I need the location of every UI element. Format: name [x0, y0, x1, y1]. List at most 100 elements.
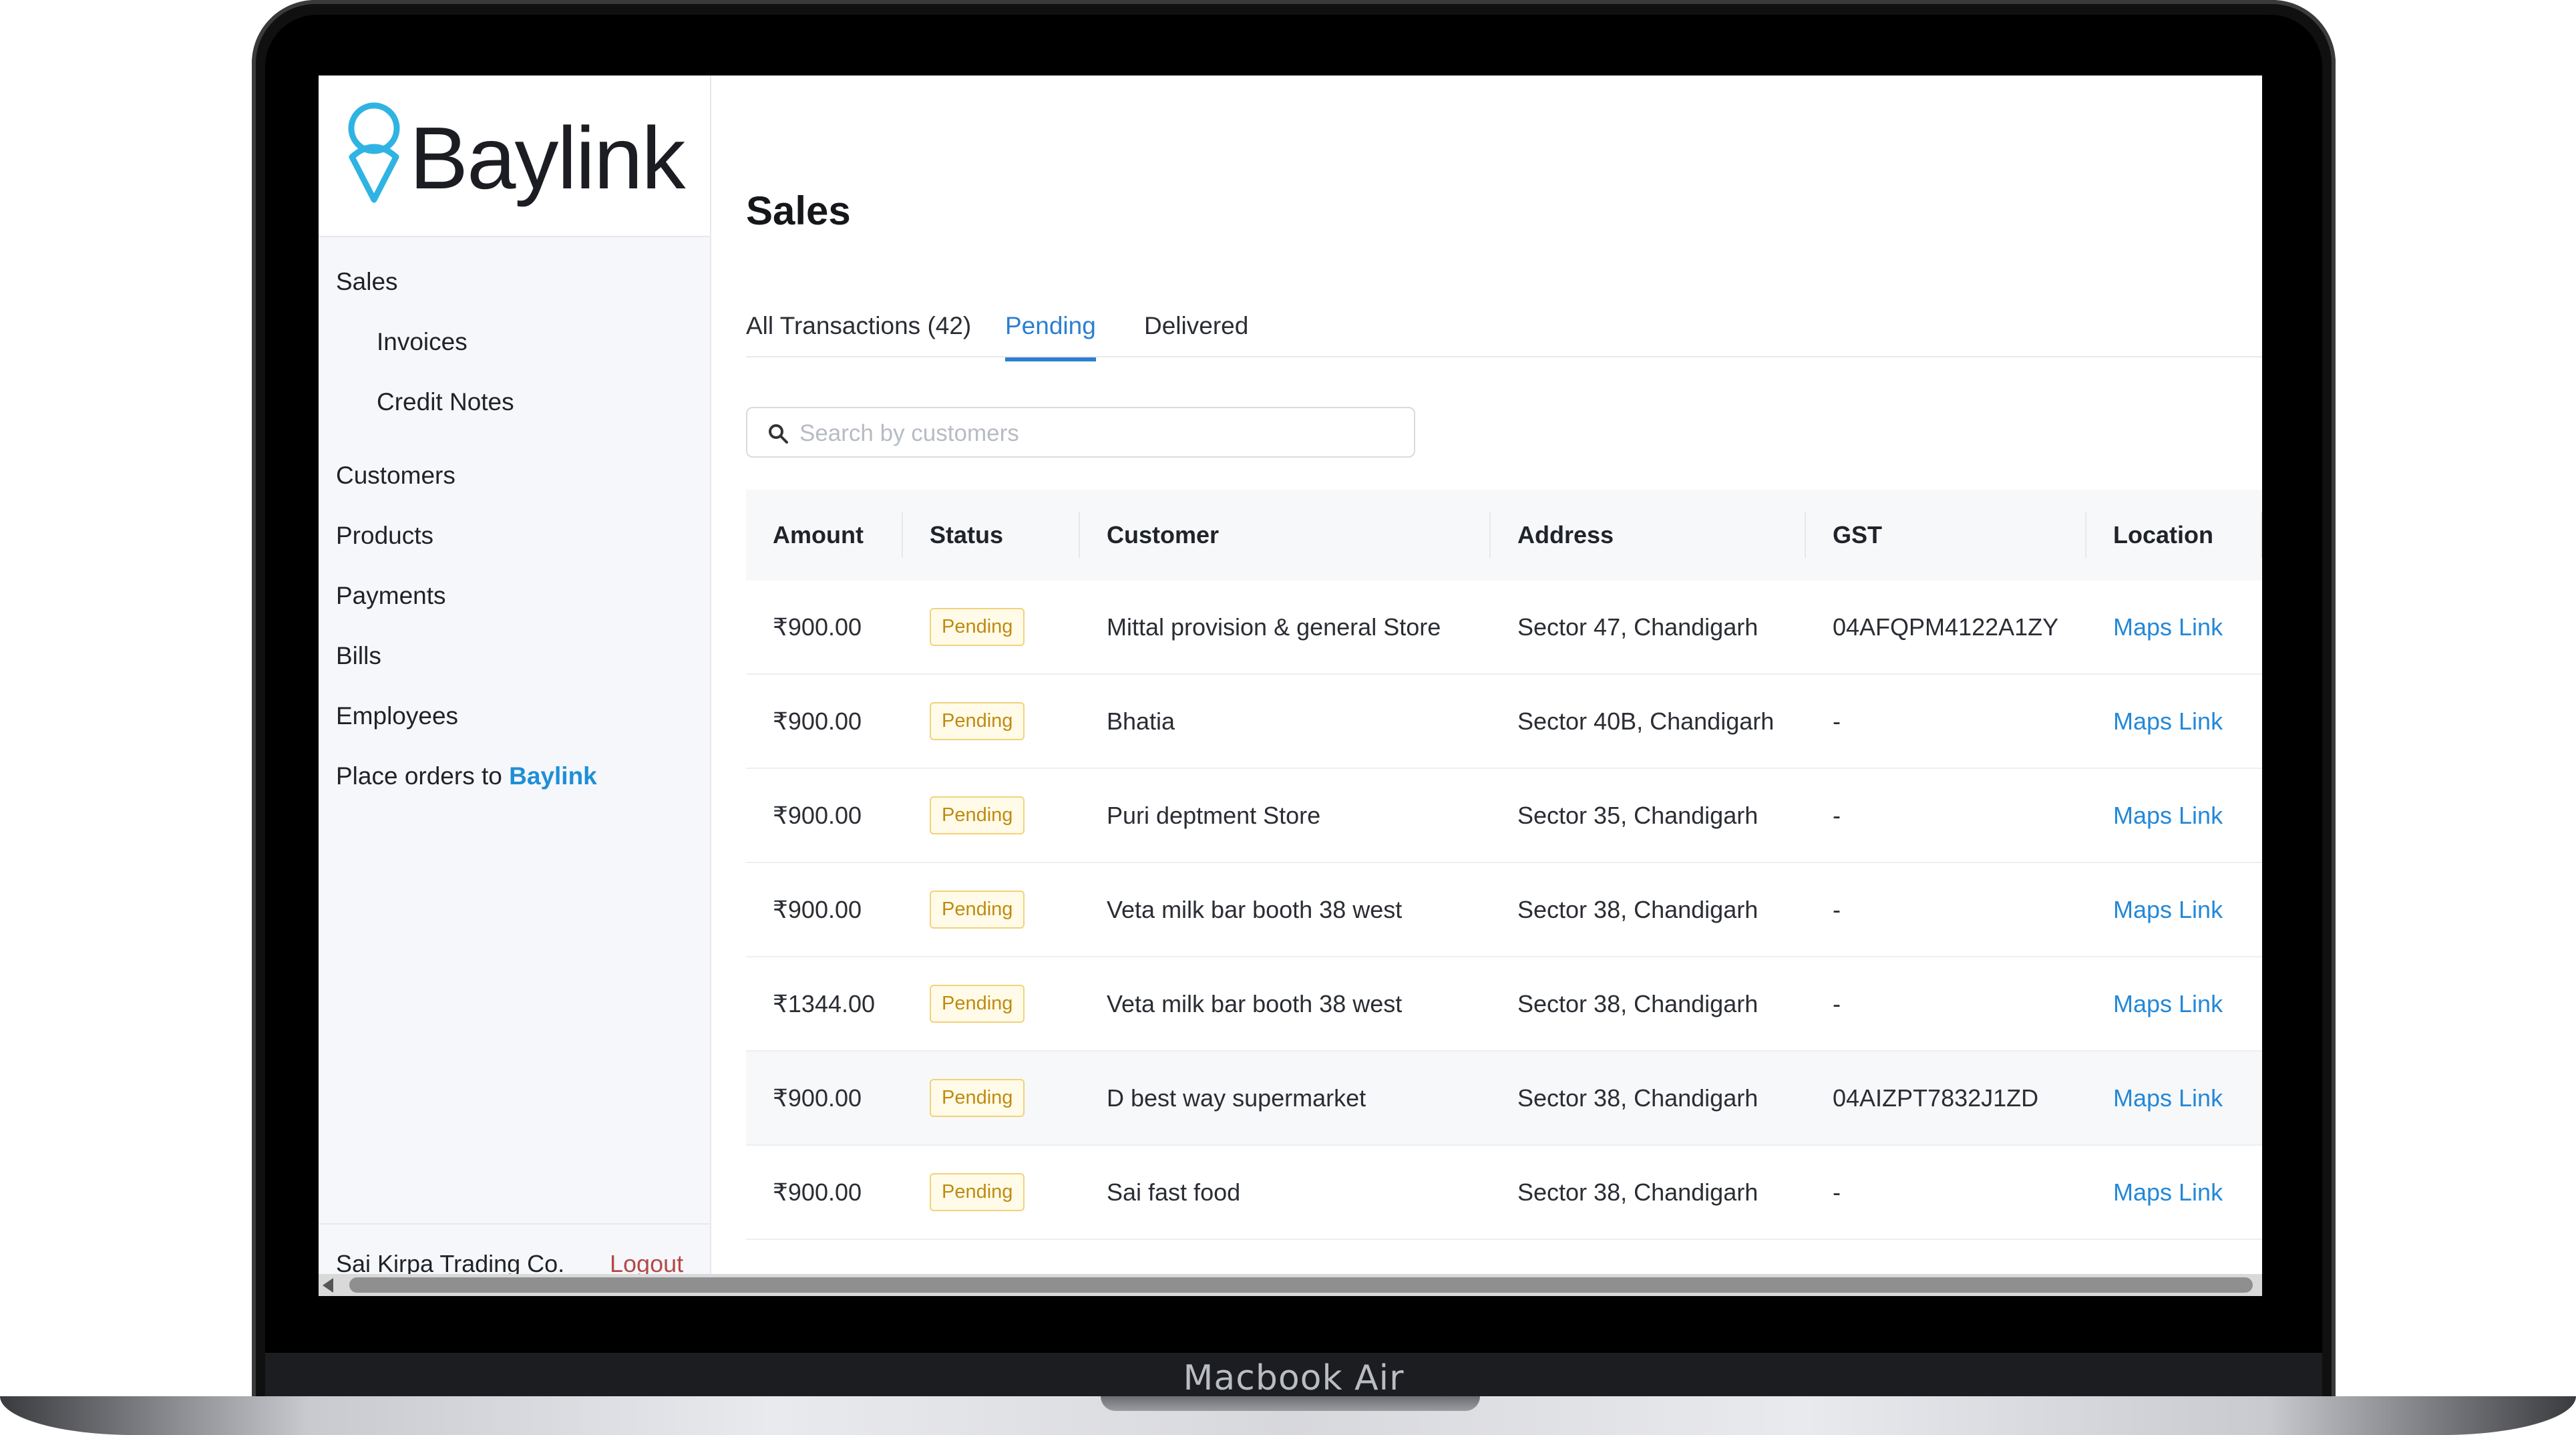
search-box	[746, 407, 1415, 458]
app-screen: Baylink Sales Invoices Credit Notes Cust…	[319, 75, 2262, 1296]
location-pin-icon	[348, 102, 400, 203]
cell-location: Maps Link	[2086, 768, 2262, 863]
column-header-gst[interactable]: GST	[1806, 490, 2086, 581]
brand-logo-text: Baylink	[409, 109, 686, 207]
cell-amount: ₹900.00	[746, 768, 903, 863]
status-badge: Pending	[930, 608, 1025, 646]
sidebar-item-products[interactable]: Products	[336, 522, 433, 550]
cell-status: Pending	[903, 674, 1080, 769]
maps-link[interactable]: Maps Link	[2113, 613, 2223, 641]
column-header-location[interactable]: Location	[2086, 490, 2262, 581]
laptop-hinge-notch	[1101, 1396, 1480, 1411]
cell-address: Sector 35, Chandigarh	[1491, 768, 1806, 863]
sidebar-item-place-orders[interactable]: Place orders to Baylink	[336, 762, 597, 790]
table-row[interactable]: ₹900.00 Pending Puri deptment Store Sect…	[746, 768, 2262, 863]
sidebar-item-sales[interactable]: Sales	[336, 268, 398, 296]
tab-all-transactions[interactable]: All Transactions (42)	[746, 312, 971, 357]
cell-gst: -	[1806, 957, 2086, 1052]
cell-amount: ₹1344.00	[746, 957, 903, 1052]
cell-address: Sector 38, Chandigarh	[1491, 957, 1806, 1052]
main-content: Sales All Transactions (42) Pending Deli…	[711, 75, 2262, 1296]
cell-customer: D best way supermarket	[1080, 1051, 1491, 1146]
sidebar-item-employees[interactable]: Employees	[336, 702, 458, 730]
cell-location: Maps Link	[2086, 581, 2262, 675]
cell-address: Sector 40B, Chandigarh	[1491, 674, 1806, 769]
logo-area: Baylink	[319, 75, 710, 237]
status-badge: Pending	[930, 702, 1025, 740]
cell-gst: -	[1806, 862, 2086, 957]
sidebar-item-credit-notes[interactable]: Credit Notes	[377, 388, 514, 416]
status-badge: Pending	[930, 985, 1025, 1023]
table-row[interactable]: ₹900.00 Pending Mittal provision & gener…	[746, 581, 2262, 675]
cell-status: Pending	[903, 768, 1080, 863]
place-orders-text: Place orders to	[336, 762, 502, 790]
page-title: Sales	[746, 188, 851, 233]
cell-status: Pending	[903, 957, 1080, 1052]
horizontal-scrollbar[interactable]	[319, 1274, 2262, 1296]
cell-address: Sector 47, Chandigarh	[1491, 581, 1806, 675]
place-orders-brand-link[interactable]: Baylink	[509, 762, 597, 790]
cell-location: Maps Link	[2086, 674, 2262, 769]
cell-gst: 04AIZPT7832J1ZD	[1806, 1051, 2086, 1146]
maps-link[interactable]: Maps Link	[2113, 896, 2223, 923]
sales-table-wrap: Amount Status Customer Address GST Locat…	[746, 490, 2262, 1240]
maps-link[interactable]: Maps Link	[2113, 990, 2223, 1017]
search-input[interactable]	[798, 416, 1389, 451]
cell-customer: Sai fast food	[1080, 1145, 1491, 1240]
sidebar-item-bills[interactable]: Bills	[336, 642, 381, 670]
cell-amount: ₹900.00	[746, 862, 903, 957]
cell-status: Pending	[903, 581, 1080, 675]
tab-delivered[interactable]: Delivered	[1144, 312, 1248, 357]
cell-location: Maps Link	[2086, 1051, 2262, 1146]
device-label: Macbook Air	[1183, 1358, 1405, 1398]
table-row[interactable]: ₹1344.00 Pending Veta milk bar booth 38 …	[746, 957, 2262, 1052]
table-row[interactable]: ₹900.00 Pending Veta milk bar booth 38 w…	[746, 862, 2262, 957]
column-header-amount[interactable]: Amount	[746, 490, 903, 581]
cell-location: Maps Link	[2086, 1145, 2262, 1240]
cell-location: Maps Link	[2086, 957, 2262, 1052]
status-badge: Pending	[930, 1079, 1025, 1117]
cell-amount: ₹900.00	[746, 1051, 903, 1146]
column-header-address[interactable]: Address	[1491, 490, 1806, 581]
table-row[interactable]: ₹900.00 Pending Sai fast food Sector 38,…	[746, 1145, 2262, 1240]
cell-gst: 04AFQPM4122A1ZY	[1806, 581, 2086, 675]
scrollbar-thumb[interactable]	[349, 1277, 2253, 1293]
cell-status: Pending	[903, 1051, 1080, 1146]
cell-address: Sector 38, Chandigarh	[1491, 1051, 1806, 1146]
cell-customer: Puri deptment Store	[1080, 768, 1491, 863]
column-header-customer[interactable]: Customer	[1080, 490, 1491, 581]
cell-amount: ₹900.00	[746, 1145, 903, 1240]
sidebar: Baylink Sales Invoices Credit Notes Cust…	[319, 75, 711, 1296]
cell-amount: ₹900.00	[746, 674, 903, 769]
cell-customer: Veta milk bar booth 38 west	[1080, 957, 1491, 1052]
maps-link[interactable]: Maps Link	[2113, 802, 2223, 829]
table-row[interactable]: ₹900.00 Pending D best way supermarket S…	[746, 1051, 2262, 1146]
table-header-row: Amount Status Customer Address GST Locat…	[746, 490, 2262, 581]
maps-link[interactable]: Maps Link	[2113, 1084, 2223, 1112]
maps-link[interactable]: Maps Link	[2113, 1178, 2223, 1206]
sidebar-item-invoices[interactable]: Invoices	[377, 328, 468, 356]
status-badge: Pending	[930, 1173, 1025, 1211]
column-header-status[interactable]: Status	[903, 490, 1080, 581]
cell-customer: Veta milk bar booth 38 west	[1080, 862, 1491, 957]
sidebar-item-customers[interactable]: Customers	[336, 462, 455, 490]
cell-customer: Mittal provision & general Store	[1080, 581, 1491, 675]
cell-gst: -	[1806, 674, 2086, 769]
cell-address: Sector 38, Chandigarh	[1491, 1145, 1806, 1240]
sidebar-item-payments[interactable]: Payments	[336, 582, 446, 610]
status-badge: Pending	[930, 891, 1025, 929]
tab-pending[interactable]: Pending	[1005, 312, 1096, 361]
cell-amount: ₹900.00	[746, 581, 903, 675]
cell-customer: Bhatia	[1080, 674, 1491, 769]
scroll-left-arrow-icon[interactable]	[323, 1278, 333, 1293]
cell-status: Pending	[903, 862, 1080, 957]
tab-bar: All Transactions (42) Pending Delivered	[746, 296, 2262, 361]
cell-address: Sector 38, Chandigarh	[1491, 862, 1806, 957]
table-row[interactable]: ₹900.00 Pending Bhatia Sector 40B, Chand…	[746, 674, 2262, 769]
maps-link[interactable]: Maps Link	[2113, 707, 2223, 735]
sales-table: Amount Status Customer Address GST Locat…	[746, 490, 2262, 1240]
search-icon	[769, 424, 788, 444]
status-badge: Pending	[930, 796, 1025, 834]
cell-gst: -	[1806, 768, 2086, 863]
cell-status: Pending	[903, 1145, 1080, 1240]
